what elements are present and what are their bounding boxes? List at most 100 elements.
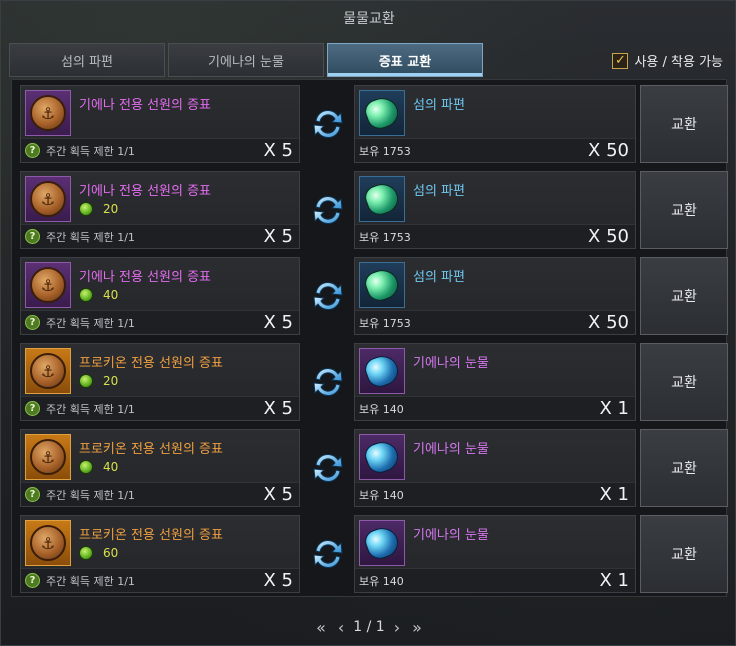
tab-label: 기에나의 눈물 (208, 54, 284, 70)
give-item-panel: ⚓ 프로키온 전용 선원의 증표 40 ? 주간 획득 제한 1/1 X 5 (20, 429, 300, 507)
crew-token-icon[interactable]: ⚓ (25, 176, 71, 222)
receive-item-panel: 기에나의 눈물 보유 140 X 1 (354, 515, 636, 593)
window-title: 물물교환 (1, 1, 736, 35)
exchange-button[interactable]: 교환 (640, 171, 728, 249)
exchange-button-label: 교환 (671, 203, 697, 219)
give-quantity: X 5 (263, 398, 293, 419)
exchange-button-label: 교환 (671, 547, 697, 563)
island-fragment-icon[interactable] (359, 262, 405, 308)
exchange-row: ⚓ 프로키온 전용 선원의 증표 60 ? 주간 획득 제한 1/1 X 5 기… (16, 512, 728, 594)
cost-display: 20 (79, 374, 118, 388)
receive-footer: 보유 140 (355, 568, 635, 592)
cost-value: 40 (103, 460, 119, 474)
last-page-button[interactable]: » (409, 618, 425, 637)
giena-tear-icon[interactable] (359, 348, 405, 394)
receive-item-name: 섬의 파편 (413, 98, 465, 113)
exchange-arrow-icon (308, 448, 348, 488)
weekly-limit-text: 주간 획득 제한 1/1 (46, 488, 135, 502)
give-item-name: 프로키온 전용 선원의 증표 (79, 528, 223, 543)
exchange-button[interactable]: 교환 (640, 257, 728, 335)
give-quantity: X 5 (263, 312, 293, 333)
help-icon[interactable]: ? (25, 315, 40, 330)
giena-tear-icon[interactable] (359, 434, 405, 480)
giena-tear-icon[interactable] (359, 520, 405, 566)
exchange-arrow-icon (308, 534, 348, 574)
receive-quantity: X 1 (599, 570, 629, 591)
exchange-arrow-icon (308, 276, 348, 316)
tab-token-exchange[interactable]: 증표 교환 (327, 43, 483, 77)
receive-item-name: 기에나의 눈물 (413, 442, 489, 457)
cost-value: 60 (103, 546, 119, 560)
receive-quantity: X 1 (599, 484, 629, 505)
island-fragment-icon[interactable] (359, 176, 405, 222)
next-page-button[interactable]: › (391, 618, 403, 637)
give-footer: ? 주간 획득 제한 1/1 (21, 224, 299, 248)
receive-quantity: X 1 (599, 398, 629, 419)
exchange-arrow-icon (308, 104, 348, 144)
help-icon[interactable]: ? (25, 401, 40, 416)
give-quantity: X 5 (263, 226, 293, 247)
coin-icon: ⚓ (30, 525, 66, 561)
crew-token-icon[interactable]: ⚓ (25, 520, 71, 566)
gem-icon (361, 437, 403, 477)
help-icon[interactable]: ? (25, 573, 40, 588)
cost-display: 40 (79, 460, 118, 474)
usable-filter-checkbox[interactable]: ✓ (612, 52, 629, 69)
owned-count: 보유 140 (359, 488, 404, 502)
barter-window: 물물교환 섬의 파편 기에나의 눈물 증표 교환 ✓ 사용 / 착용 가능 ⚓ … (0, 0, 736, 646)
receive-item-panel: 섬의 파편 보유 1753 X 50 (354, 85, 636, 163)
receive-item-panel: 기에나의 눈물 보유 140 X 1 (354, 429, 636, 507)
window-title-text: 물물교환 (343, 11, 395, 27)
tab-island-fragment[interactable]: 섬의 파편 (9, 43, 165, 77)
owned-count: 보유 1753 (359, 144, 411, 158)
receive-item-panel: 기에나의 눈물 보유 140 X 1 (354, 343, 636, 421)
exchange-row: ⚓ 기에나 전용 선원의 증표 20 ? 주간 획득 제한 1/1 X 5 섬의… (16, 168, 728, 250)
checkmark-icon: ✓ (615, 53, 626, 68)
give-footer: ? 주간 획득 제한 1/1 (21, 138, 299, 162)
exchange-button[interactable]: 교환 (640, 85, 728, 163)
green-orb-icon (79, 546, 93, 560)
crew-token-icon[interactable]: ⚓ (25, 348, 71, 394)
give-footer: ? 주간 획득 제한 1/1 (21, 396, 299, 420)
prev-page-button[interactable]: ‹ (335, 618, 347, 637)
help-icon[interactable]: ? (25, 229, 40, 244)
exchange-row: ⚓ 기에나 전용 선원의 증표 40 ? 주간 획득 제한 1/1 X 5 섬의… (16, 254, 728, 336)
tab-label: 섬의 파편 (61, 54, 113, 70)
exchange-button-label: 교환 (671, 117, 697, 133)
help-icon[interactable]: ? (25, 143, 40, 158)
exchange-button[interactable]: 교환 (640, 429, 728, 507)
give-item-name: 기에나 전용 선원의 증표 (79, 98, 211, 113)
cost-display: 20 (79, 202, 118, 216)
cost-display: 40 (79, 288, 118, 302)
tab-label: 증표 교환 (378, 54, 432, 70)
first-page-button[interactable]: « (313, 618, 329, 637)
exchange-button[interactable]: 교환 (640, 343, 728, 421)
receive-item-name: 기에나의 눈물 (413, 356, 489, 371)
gem-icon (361, 351, 403, 391)
give-item-panel: ⚓ 기에나 전용 선원의 증표 20 ? 주간 획득 제한 1/1 X 5 (20, 171, 300, 249)
usable-filter-label: 사용 / 착용 가능 (634, 55, 723, 70)
gem-icon (361, 179, 403, 219)
exchange-button-label: 교환 (671, 461, 697, 477)
crew-token-icon[interactable]: ⚓ (25, 434, 71, 480)
receive-item-panel: 섬의 파편 보유 1753 X 50 (354, 257, 636, 335)
tab-giena-tears[interactable]: 기에나의 눈물 (168, 43, 324, 77)
green-orb-icon (79, 288, 93, 302)
gem-icon (361, 265, 403, 305)
weekly-limit-text: 주간 획득 제한 1/1 (46, 144, 135, 158)
owned-count: 보유 140 (359, 574, 404, 588)
give-quantity: X 5 (263, 484, 293, 505)
island-fragment-icon[interactable] (359, 90, 405, 136)
crew-token-icon[interactable]: ⚓ (25, 262, 71, 308)
receive-quantity: X 50 (588, 226, 629, 247)
gem-icon (361, 93, 403, 133)
receive-quantity: X 50 (588, 312, 629, 333)
exchange-arrow-icon (308, 190, 348, 230)
exchange-button-label: 교환 (671, 375, 697, 391)
exchange-button[interactable]: 교환 (640, 515, 728, 593)
receive-footer: 보유 140 (355, 396, 635, 420)
usable-filter-toggle[interactable]: ✓ 사용 / 착용 가능 (612, 51, 723, 70)
help-icon[interactable]: ? (25, 487, 40, 502)
give-item-panel: ⚓ 기에나 전용 선원의 증표 40 ? 주간 획득 제한 1/1 X 5 (20, 257, 300, 335)
crew-token-icon[interactable]: ⚓ (25, 90, 71, 136)
